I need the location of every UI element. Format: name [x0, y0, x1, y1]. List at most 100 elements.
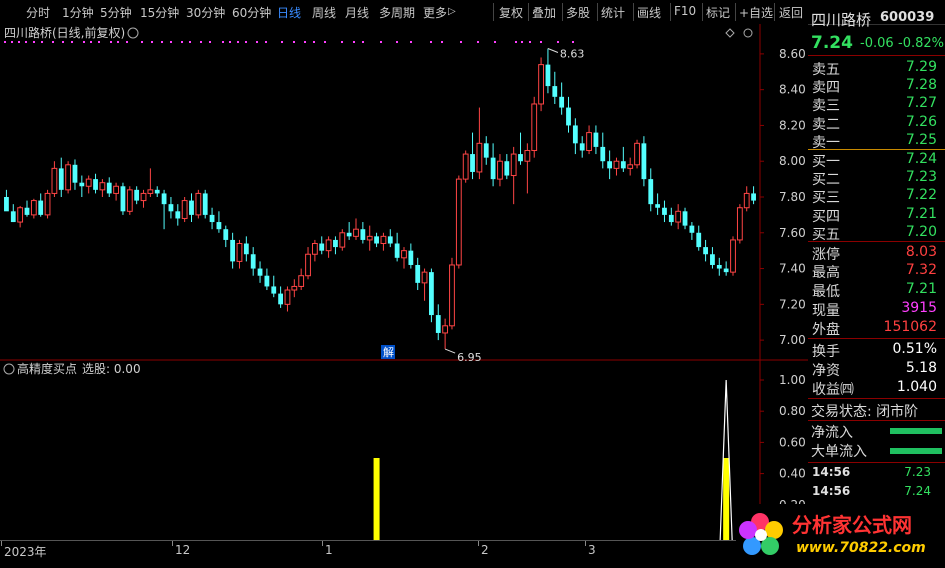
- stock-code: 600039: [880, 10, 935, 25]
- unlock-badge[interactable]: 解: [381, 345, 395, 359]
- tool-button-7[interactable]: +自选: [739, 4, 773, 21]
- period-tab-3[interactable]: 15分钟: [140, 4, 179, 21]
- ask-row: 卖一 7.25: [808, 131, 945, 151]
- tool-button-8[interactable]: 返回: [779, 4, 803, 21]
- candle: [202, 189, 208, 219]
- candle: [126, 186, 133, 215]
- period-tab-9[interactable]: 多周期: [379, 4, 415, 21]
- indicator-axis-label: 0.60: [779, 435, 806, 449]
- signal-dot: [18, 41, 20, 43]
- quote-value: 7.21: [905, 205, 937, 222]
- quote-panel: 四川路桥 600039 7.24 -0.06 -0.82% 卖五 7.29 卖四 7.28 卖三 7…: [808, 7, 945, 540]
- signal-dot: [341, 41, 343, 43]
- quote-value: 7.25: [905, 131, 937, 148]
- divider: [808, 241, 945, 242]
- toolbar-divider: [633, 3, 634, 21]
- price-axis-label: 7.60: [779, 226, 806, 240]
- divider: [808, 149, 945, 150]
- period-tab-2[interactable]: 5分钟: [100, 4, 132, 21]
- tool-button-5[interactable]: F10: [674, 4, 696, 18]
- logo-name: 分析家公式网: [792, 513, 912, 537]
- signal-dot: [151, 41, 153, 43]
- signal-dot: [117, 41, 119, 43]
- quote-label: 买二: [812, 172, 840, 189]
- period-tab-7[interactable]: 周线: [312, 4, 336, 21]
- big-inflow-label: 大单流入: [811, 444, 867, 460]
- period-tab-8[interactable]: 月线: [345, 4, 369, 21]
- period-tab-10[interactable]: 更多: [423, 4, 447, 21]
- quote-value: 7.21: [905, 281, 937, 297]
- big-inflow-bar: [890, 448, 942, 454]
- candle: [339, 229, 346, 251]
- quote-label: 卖二: [812, 116, 840, 133]
- period-tab-6[interactable]: 日线: [277, 4, 301, 21]
- chart-title: 四川路桥(日线,前复权): [4, 25, 125, 40]
- buy-signal-bar: [723, 458, 730, 540]
- net-inflow-label: 净流入: [811, 425, 853, 441]
- stat-row: 净资 5.18: [808, 360, 945, 379]
- period-tab-5[interactable]: 60分钟: [232, 4, 271, 21]
- candle: [429, 268, 434, 323]
- quote-value: 7.24: [905, 151, 937, 167]
- tool-button-1[interactable]: 叠加: [532, 4, 556, 21]
- logo-graphic: 分析家公式网 www.70822.com: [739, 513, 926, 556]
- signal-dot: [83, 41, 85, 43]
- signal-dot: [245, 41, 247, 43]
- price-axis-label: 8.20: [779, 118, 806, 132]
- candle: [455, 175, 462, 269]
- signal-dot: [494, 41, 496, 43]
- signal-dot: [430, 41, 432, 43]
- period-tab-4[interactable]: 30分钟: [186, 4, 225, 21]
- toolbar-divider: [528, 3, 529, 21]
- date-axis-label: 3: [588, 543, 596, 557]
- signal-dot: [396, 41, 398, 43]
- price-axis-label: 8.00: [779, 154, 806, 168]
- tool-button-0[interactable]: 复权: [499, 4, 523, 21]
- indicator-subtitle: 选股: 0.00: [82, 362, 141, 376]
- stat-row: 外盘 151062: [808, 319, 945, 338]
- quote-value: 7.28: [905, 77, 937, 94]
- quote-label: 外盘: [812, 322, 840, 338]
- last-price: 7.24: [811, 33, 853, 53]
- signal-dot: [126, 41, 128, 43]
- candle: [181, 197, 188, 223]
- tick-price: 7.24: [904, 484, 931, 498]
- ask-row: 卖二 7.26: [808, 114, 945, 133]
- high-marker-label: 8.63: [560, 48, 585, 61]
- kline-chart[interactable]: 四川路桥(日线,前复权) 8.60 8.40 8.20 8.00 7.80 7.60 7.40…: [0, 24, 808, 540]
- period-tab-0[interactable]: 分时: [26, 4, 50, 21]
- tool-button-2[interactable]: 多股: [566, 4, 590, 21]
- signal-dot: [304, 41, 306, 43]
- signal-dot: [521, 41, 523, 43]
- bid-row: 买四 7.21: [808, 205, 945, 225]
- more-arrow-icon[interactable]: ▷: [448, 6, 456, 17]
- quote-value: 1.040: [896, 379, 937, 395]
- tool-button-3[interactable]: 统计: [601, 4, 625, 21]
- signal-dot: [90, 41, 92, 43]
- quote-value: 0.51%: [892, 341, 937, 357]
- quote-value: 7.22: [905, 187, 937, 204]
- price-axis-label: 7.20: [779, 297, 806, 311]
- tool-button-4[interactable]: 画线: [637, 4, 661, 21]
- signal-dot: [515, 41, 517, 43]
- toolbar-divider: [774, 3, 775, 21]
- stat-row: 收益㈣ 1.040: [808, 379, 945, 398]
- flower-icon: [739, 513, 783, 555]
- signal-dot: [222, 41, 224, 43]
- signal-dot: [353, 41, 355, 43]
- signal-dot: [98, 41, 100, 43]
- ask-row: 卖四 7.28: [808, 77, 945, 96]
- tool-button-6[interactable]: 标记: [706, 4, 730, 21]
- date-axis: 2023年 12 1 2 3: [0, 540, 808, 565]
- period-tab-1[interactable]: 1分钟: [62, 4, 94, 21]
- divider: [808, 55, 945, 56]
- quote-label: 涨停: [812, 247, 840, 263]
- date-tick: [322, 541, 323, 546]
- tick-price: 7.23: [904, 465, 931, 479]
- quote-value: 7.27: [905, 95, 937, 112]
- stat-row: 换手 0.51%: [808, 341, 945, 360]
- signal-dot: [265, 41, 267, 43]
- tick-row: 14:56 7.24: [808, 484, 945, 502]
- date-tick: [172, 541, 173, 546]
- signal-dot: [189, 41, 191, 43]
